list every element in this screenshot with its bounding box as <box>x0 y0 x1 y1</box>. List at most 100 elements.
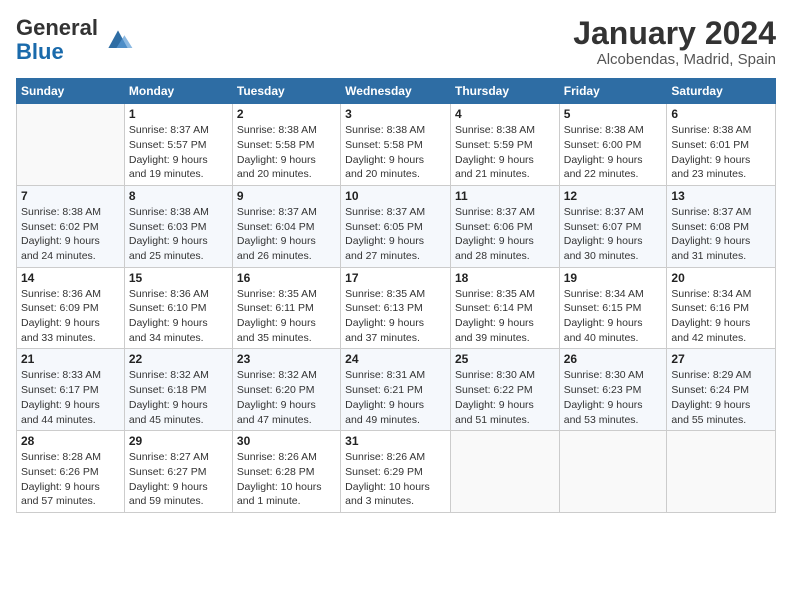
day-number: 9 <box>237 189 336 203</box>
day-info: Sunrise: 8:32 AMSunset: 6:18 PMDaylight:… <box>129 368 228 427</box>
calendar-cell <box>450 431 559 513</box>
col-header-thursday: Thursday <box>450 79 559 104</box>
month-title: January 2024 <box>573 16 776 51</box>
day-number: 13 <box>671 189 771 203</box>
day-info: Sunrise: 8:36 AMSunset: 6:10 PMDaylight:… <box>129 287 228 346</box>
day-number: 25 <box>455 352 555 366</box>
day-number: 26 <box>564 352 663 366</box>
day-number: 24 <box>345 352 446 366</box>
day-info: Sunrise: 8:29 AMSunset: 6:24 PMDaylight:… <box>671 368 771 427</box>
day-info: Sunrise: 8:35 AMSunset: 6:13 PMDaylight:… <box>345 287 446 346</box>
calendar-cell: 30 Sunrise: 8:26 AMSunset: 6:28 PMDayligh… <box>232 431 340 513</box>
day-number: 10 <box>345 189 446 203</box>
calendar-cell: 28 Sunrise: 8:28 AMSunset: 6:26 PMDayligh… <box>17 431 125 513</box>
col-header-monday: Monday <box>124 79 232 104</box>
calendar-cell: 12Sunrise: 8:37 AMSunset: 6:07 PMDayligh… <box>559 185 667 267</box>
calendar-cell: 9 Sunrise: 8:37 AMSunset: 6:04 PMDaylight… <box>232 185 340 267</box>
calendar-cell: 1 Sunrise: 8:37 AMSunset: 5:57 PMDaylight… <box>124 104 232 186</box>
logo-blue: Blue <box>16 40 98 64</box>
day-info: Sunrise: 8:37 AMSunset: 6:04 PMDaylight:… <box>237 205 336 264</box>
day-number: 18 <box>455 271 555 285</box>
day-info: Sunrise: 8:31 AMSunset: 6:21 PMDaylight:… <box>345 368 446 427</box>
week-row: 14Sunrise: 8:36 AMSunset: 6:09 PMDayligh… <box>17 267 776 349</box>
day-info: Sunrise: 8:32 AMSunset: 6:20 PMDaylight:… <box>237 368 336 427</box>
calendar-cell: 29 Sunrise: 8:27 AMSunset: 6:27 PMDayligh… <box>124 431 232 513</box>
day-number: 23 <box>237 352 336 366</box>
logo-text: General Blue <box>16 16 98 64</box>
day-info: Sunrise: 8:26 AMSunset: 6:28 PMDaylight:… <box>237 450 336 509</box>
day-number: 5 <box>564 107 663 121</box>
calendar-cell <box>667 431 776 513</box>
day-info: Sunrise: 8:34 AMSunset: 6:16 PMDaylight:… <box>671 287 771 346</box>
calendar-cell: 17 Sunrise: 8:35 AMSunset: 6:13 PMDayligh… <box>341 267 451 349</box>
logo-general: General <box>16 16 98 40</box>
day-info: Sunrise: 8:30 AMSunset: 6:23 PMDaylight:… <box>564 368 663 427</box>
calendar-cell: 24 Sunrise: 8:31 AMSunset: 6:21 PMDayligh… <box>341 349 451 431</box>
calendar-cell: 21Sunrise: 8:33 AMSunset: 6:17 PMDayligh… <box>17 349 125 431</box>
day-info: Sunrise: 8:37 AMSunset: 6:08 PMDaylight:… <box>671 205 771 264</box>
day-number: 8 <box>129 189 228 203</box>
calendar-cell: 27 Sunrise: 8:29 AMSunset: 6:24 PMDayligh… <box>667 349 776 431</box>
calendar-cell: 5Sunrise: 8:38 AMSunset: 6:00 PMDaylight… <box>559 104 667 186</box>
calendar-cell: 6Sunrise: 8:38 AMSunset: 6:01 PMDaylight… <box>667 104 776 186</box>
main-container: General Blue January 2024 Alcobendas, Ma… <box>0 0 792 523</box>
day-number: 22 <box>129 352 228 366</box>
calendar-cell: 16 Sunrise: 8:35 AMSunset: 6:11 PMDayligh… <box>232 267 340 349</box>
day-number: 17 <box>345 271 446 285</box>
day-info: Sunrise: 8:37 AMSunset: 6:05 PMDaylight:… <box>345 205 446 264</box>
calendar-cell <box>17 104 125 186</box>
day-number: 7 <box>21 189 120 203</box>
day-info: Sunrise: 8:38 AMSunset: 6:02 PMDaylight:… <box>21 205 120 264</box>
day-number: 31 <box>345 434 446 448</box>
logo: General Blue <box>16 16 134 64</box>
day-number: 16 <box>237 271 336 285</box>
day-number: 27 <box>671 352 771 366</box>
logo-icon <box>102 24 134 56</box>
day-number: 4 <box>455 107 555 121</box>
day-info: Sunrise: 8:37 AMSunset: 6:06 PMDaylight:… <box>455 205 555 264</box>
day-info: Sunrise: 8:38 AMSunset: 5:59 PMDaylight:… <box>455 123 555 182</box>
day-info: Sunrise: 8:38 AMSunset: 5:58 PMDaylight:… <box>345 123 446 182</box>
day-number: 6 <box>671 107 771 121</box>
day-number: 11 <box>455 189 555 203</box>
calendar-cell: 15Sunrise: 8:36 AMSunset: 6:10 PMDayligh… <box>124 267 232 349</box>
calendar-cell: 18 Sunrise: 8:35 AMSunset: 6:14 PMDayligh… <box>450 267 559 349</box>
day-info: Sunrise: 8:27 AMSunset: 6:27 PMDaylight:… <box>129 450 228 509</box>
week-row: 28 Sunrise: 8:28 AMSunset: 6:26 PMDayligh… <box>17 431 776 513</box>
calendar-cell: 31 Sunrise: 8:26 AMSunset: 6:29 PMDayligh… <box>341 431 451 513</box>
week-row: 7 Sunrise: 8:38 AMSunset: 6:02 PMDaylight… <box>17 185 776 267</box>
day-info: Sunrise: 8:36 AMSunset: 6:09 PMDaylight:… <box>21 287 120 346</box>
calendar-cell: 26 Sunrise: 8:30 AMSunset: 6:23 PMDayligh… <box>559 349 667 431</box>
day-number: 2 <box>237 107 336 121</box>
day-number: 1 <box>129 107 228 121</box>
calendar-cell: 23 Sunrise: 8:32 AMSunset: 6:20 PMDayligh… <box>232 349 340 431</box>
calendar-cell: 4 Sunrise: 8:38 AMSunset: 5:59 PMDaylight… <box>450 104 559 186</box>
calendar-cell: 2Sunrise: 8:38 AMSunset: 5:58 PMDaylight… <box>232 104 340 186</box>
calendar-cell: 19Sunrise: 8:34 AMSunset: 6:15 PMDayligh… <box>559 267 667 349</box>
day-info: Sunrise: 8:37 AMSunset: 5:57 PMDaylight:… <box>129 123 228 182</box>
calendar-cell: 10 Sunrise: 8:37 AMSunset: 6:05 PMDayligh… <box>341 185 451 267</box>
header-area: General Blue January 2024 Alcobendas, Ma… <box>16 16 776 68</box>
calendar-cell: 20Sunrise: 8:34 AMSunset: 6:16 PMDayligh… <box>667 267 776 349</box>
day-info: Sunrise: 8:33 AMSunset: 6:17 PMDaylight:… <box>21 368 120 427</box>
calendar-cell: 11 Sunrise: 8:37 AMSunset: 6:06 PMDayligh… <box>450 185 559 267</box>
calendar-cell <box>559 431 667 513</box>
calendar-cell: 3 Sunrise: 8:38 AMSunset: 5:58 PMDaylight… <box>341 104 451 186</box>
day-info: Sunrise: 8:38 AMSunset: 6:03 PMDaylight:… <box>129 205 228 264</box>
day-info: Sunrise: 8:28 AMSunset: 6:26 PMDaylight:… <box>21 450 120 509</box>
day-info: Sunrise: 8:35 AMSunset: 6:14 PMDaylight:… <box>455 287 555 346</box>
calendar-cell: 25 Sunrise: 8:30 AMSunset: 6:22 PMDayligh… <box>450 349 559 431</box>
col-header-friday: Friday <box>559 79 667 104</box>
col-header-tuesday: Tuesday <box>232 79 340 104</box>
day-number: 28 <box>21 434 120 448</box>
day-number: 29 <box>129 434 228 448</box>
day-number: 30 <box>237 434 336 448</box>
day-number: 3 <box>345 107 446 121</box>
day-info: Sunrise: 8:30 AMSunset: 6:22 PMDaylight:… <box>455 368 555 427</box>
calendar-cell: 8 Sunrise: 8:38 AMSunset: 6:03 PMDaylight… <box>124 185 232 267</box>
week-row: 21Sunrise: 8:33 AMSunset: 6:17 PMDayligh… <box>17 349 776 431</box>
day-info: Sunrise: 8:26 AMSunset: 6:29 PMDaylight:… <box>345 450 446 509</box>
location: Alcobendas, Madrid, Spain <box>573 51 776 68</box>
day-number: 19 <box>564 271 663 285</box>
day-info: Sunrise: 8:35 AMSunset: 6:11 PMDaylight:… <box>237 287 336 346</box>
